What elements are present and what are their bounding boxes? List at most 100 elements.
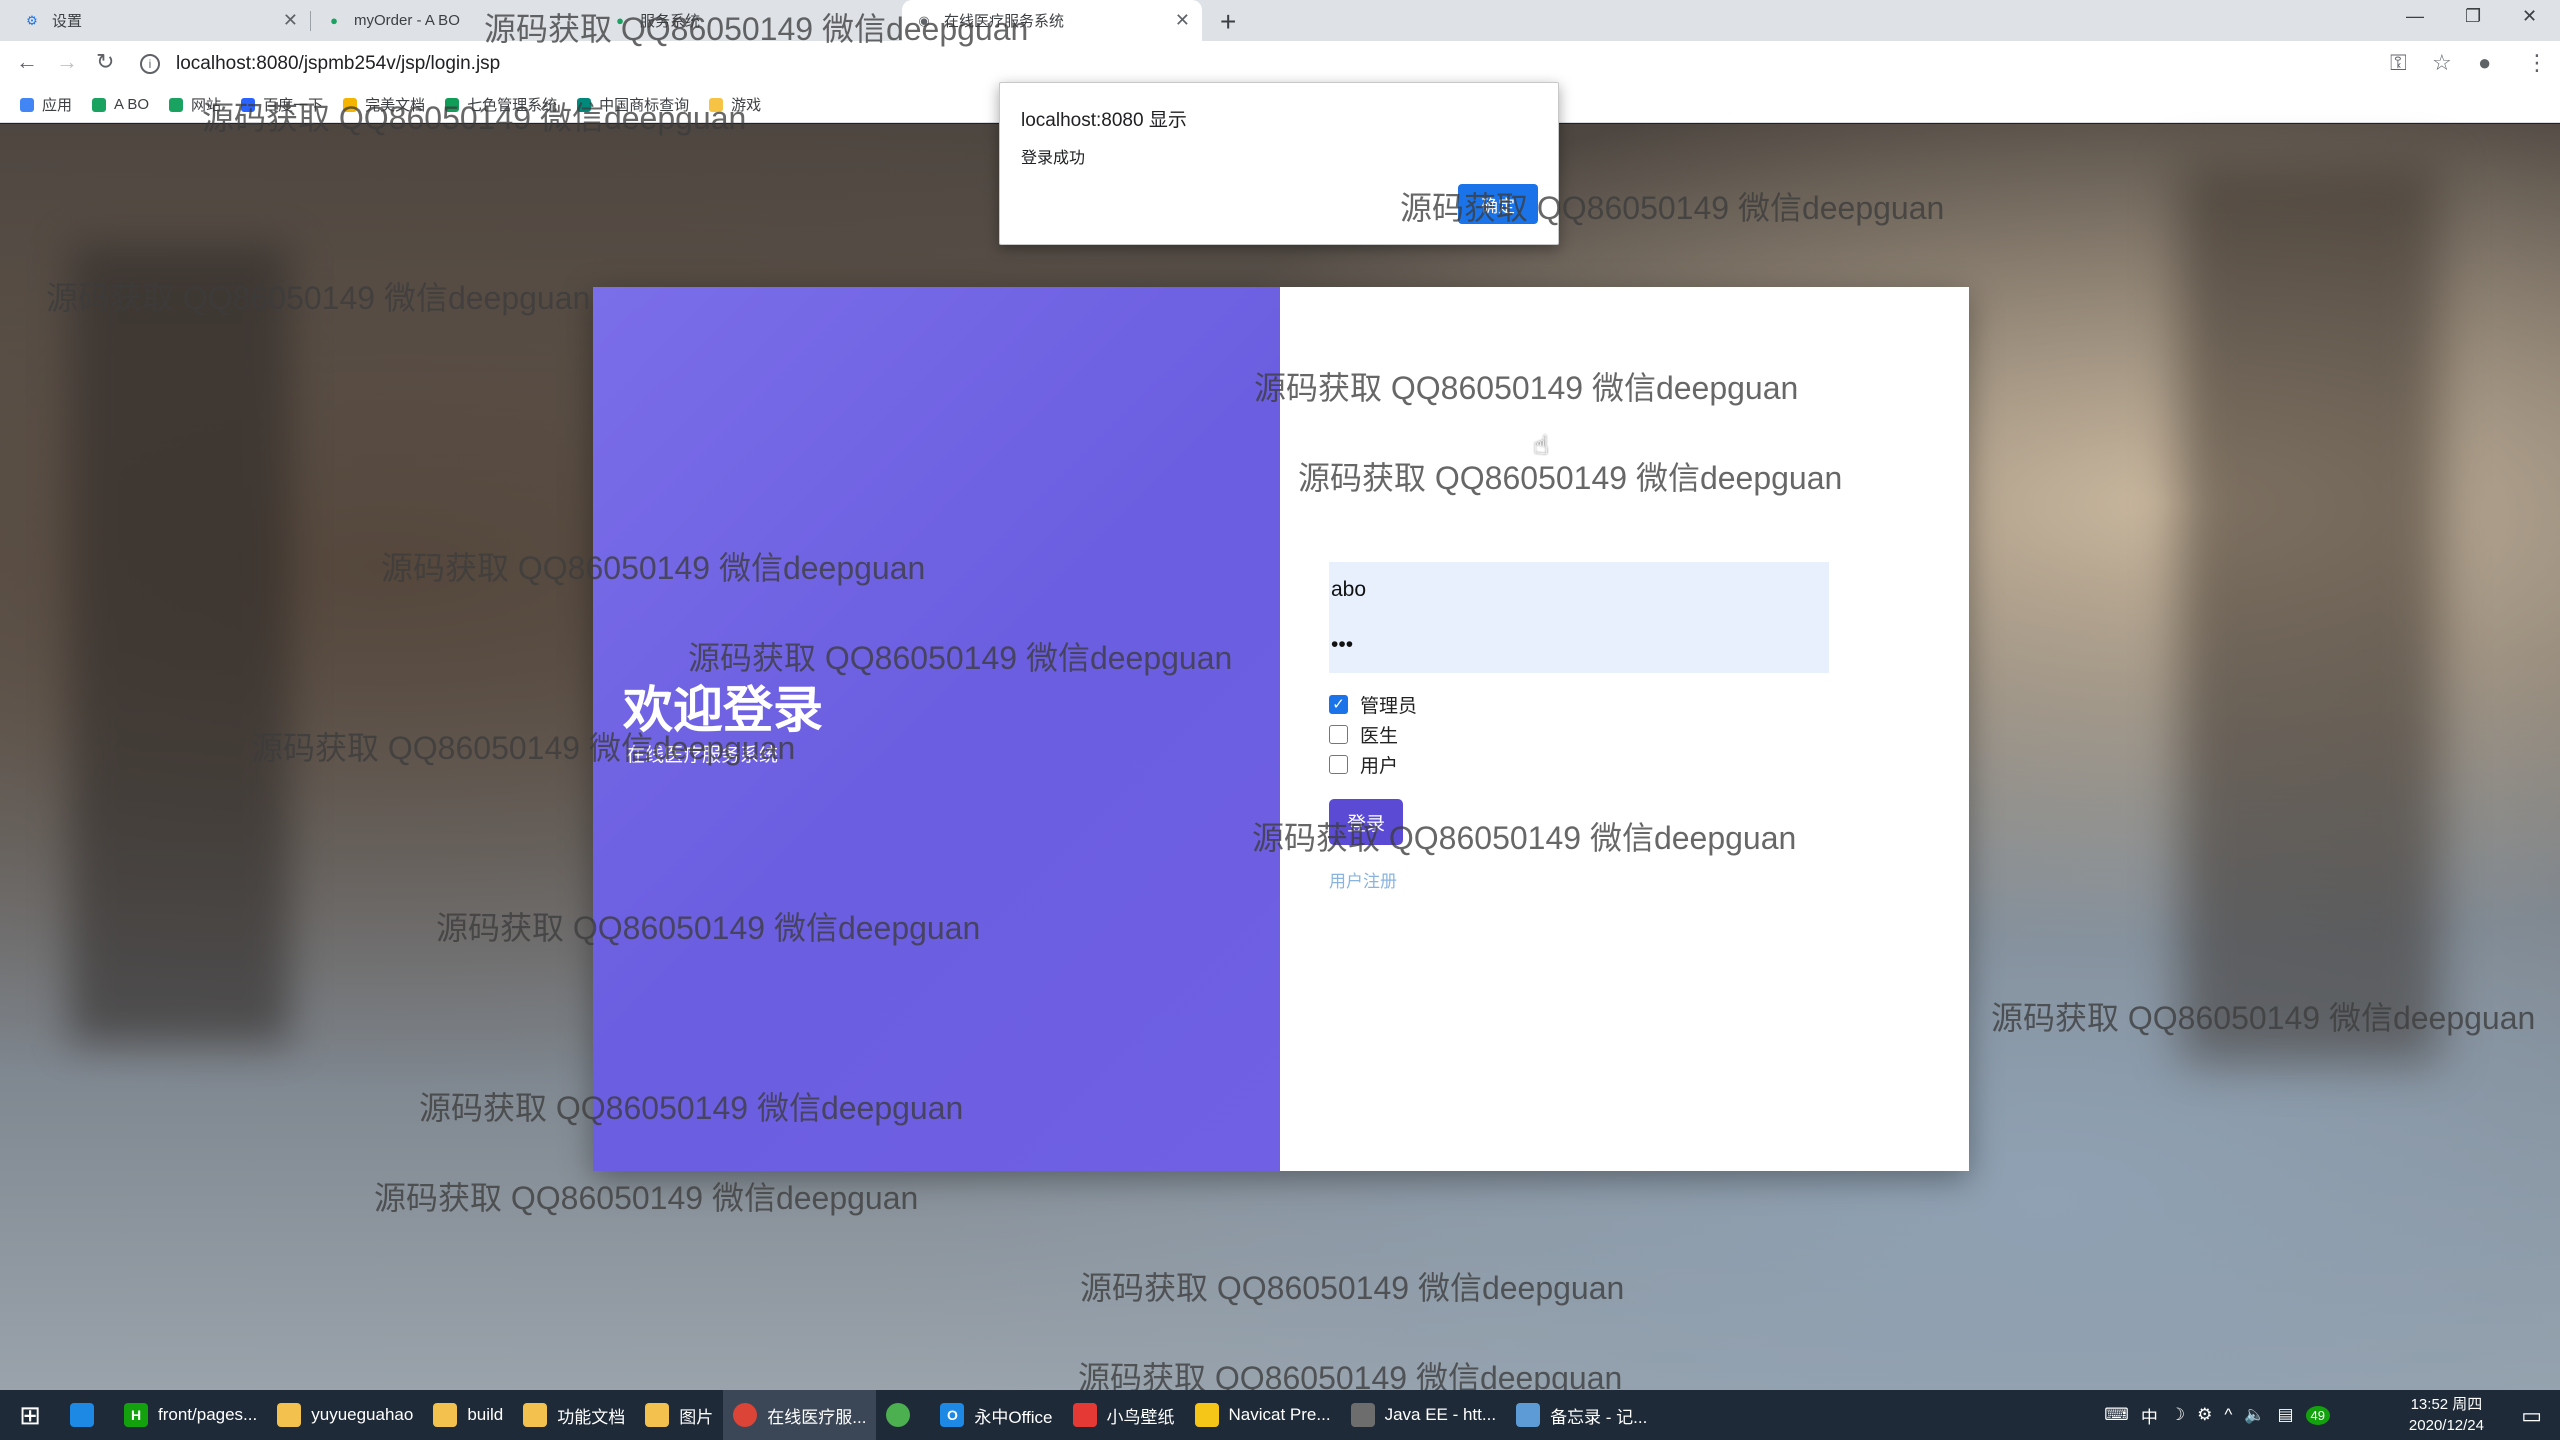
taskbar-item[interactable]: 备忘录 - 记...	[1506, 1390, 1657, 1440]
info-icon[interactable]: i	[140, 54, 160, 74]
username-input[interactable]	[1329, 562, 1829, 617]
taskbar-item[interactable]	[876, 1390, 930, 1440]
moon-icon[interactable]: ☽	[2170, 1405, 2185, 1425]
role-label: 管理员	[1360, 695, 1418, 717]
badge-count[interactable]: 49	[2305, 1405, 2330, 1425]
taskbar-item[interactable]: 小鸟壁纸	[1063, 1390, 1185, 1440]
bookmark-trademark[interactable]: 中国商标查询	[577, 94, 689, 115]
background-shadow	[2180, 164, 2440, 1064]
login-button[interactable]: 登录	[1329, 799, 1403, 845]
taskbar-app-pinned[interactable]	[60, 1390, 114, 1440]
system-subtitle: 在线医疗服务系统	[626, 745, 779, 766]
dialog-message: 登录成功	[1021, 150, 1086, 167]
back-icon[interactable]: ←	[16, 49, 38, 75]
notification-icon[interactable]: ▭	[2521, 1403, 2542, 1429]
role-label: 用户	[1360, 755, 1399, 777]
key-icon[interactable]: ⚿	[2390, 50, 2407, 76]
system-tray: ⌨ 中 ☽ ⚙ ^ 🔈 ▤ 49	[2092, 1390, 2330, 1440]
forward-icon[interactable]: →	[56, 49, 78, 75]
close-icon[interactable]: ✕	[283, 10, 298, 31]
keyboard-icon[interactable]: ⌨	[2104, 1405, 2129, 1425]
tab-title: 在线医疗服务系统	[944, 13, 1065, 30]
tab-title: 设置	[52, 13, 83, 30]
ime-indicator[interactable]: 中	[2141, 1403, 2158, 1428]
bookmark-system[interactable]: 七色管理系统	[445, 94, 557, 115]
wechat-icon	[886, 1403, 911, 1427]
windows-start-icon[interactable]: ⊞	[0, 1390, 60, 1440]
url-field[interactable]: i localhost:8080/jspmb254v/jsp/login.jsp	[140, 47, 2340, 81]
minimize-icon[interactable]: —	[2406, 6, 2424, 27]
network-icon[interactable]: ▤	[2277, 1405, 2293, 1425]
apps-icon	[20, 97, 34, 112]
system-clock[interactable]: 13:52 周四 2020/12/24	[2409, 1394, 2484, 1436]
folder-icon	[433, 1403, 458, 1427]
paw-icon	[241, 97, 256, 112]
role-doctor[interactable]: 医生	[1329, 719, 1829, 749]
bookmark-baidu[interactable]: 百度一下	[241, 94, 323, 115]
clock-date: 2020/12/24	[2408, 1417, 2484, 1434]
background-shadow	[70, 244, 290, 1044]
login-card: 欢迎登录 在线医疗服务系统 ✓ 管理员 医生 用户 登录 用户注册	[593, 287, 1969, 1171]
new-tab-button[interactable]: +	[1220, 6, 1236, 38]
browser-tab-bar: ⚙ 设置 ✕ ● myOrder - A BO ● 服务系统 ◉ 在线医疗服务系…	[0, 0, 2560, 41]
bookmark-apps[interactable]: 应用	[20, 94, 72, 115]
doc-icon	[343, 97, 358, 112]
bookmark-docs[interactable]: 完美文档	[343, 94, 425, 115]
taskbar-item[interactable]: 功能文档	[513, 1390, 635, 1440]
site-icon	[92, 97, 107, 112]
bird-icon	[1072, 1403, 1097, 1427]
taskbar-item[interactable]: Hfront/pages...	[114, 1390, 267, 1440]
taskbar-item-active[interactable]: 在线医疗服...	[723, 1390, 877, 1440]
ok-button[interactable]: 确定	[1458, 184, 1538, 224]
checkbox-icon[interactable]	[1329, 754, 1348, 774]
reload-icon[interactable]: ↻	[96, 49, 114, 75]
checkbox-checked-icon[interactable]: ✓	[1329, 694, 1348, 714]
role-checkboxes: ✓ 管理员 医生 用户	[1329, 689, 1829, 779]
chrome-icon	[733, 1403, 758, 1427]
bookmark-games[interactable]: 游戏	[709, 94, 761, 115]
windows-taskbar: ⊞ Hfront/pages... yuyueguahao build 功能文档…	[0, 1390, 2560, 1440]
hbuilder-icon: H	[124, 1403, 148, 1427]
welcome-title: 欢迎登录	[623, 682, 823, 738]
folder-icon	[277, 1403, 302, 1427]
role-admin[interactable]: ✓ 管理员	[1329, 689, 1829, 719]
restore-icon[interactable]: ❐	[2465, 6, 2481, 27]
taskbar-item[interactable]: build	[423, 1390, 513, 1440]
register-link[interactable]: 用户注册	[1329, 867, 1829, 892]
taskbar-item[interactable]: Java EE - htt...	[1341, 1390, 1507, 1440]
chevron-up-icon[interactable]: ^	[2224, 1405, 2232, 1425]
tab-myorder[interactable]: ● myOrder - A BO	[312, 0, 592, 41]
mouse-cursor-icon: ☝	[1533, 430, 1549, 460]
volume-icon[interactable]: 🔈	[2244, 1405, 2265, 1425]
folder-icon	[645, 1403, 670, 1427]
credential-fields	[1329, 562, 1829, 673]
site-icon	[577, 97, 592, 112]
role-label: 医生	[1360, 725, 1399, 747]
folder-icon	[523, 1403, 548, 1427]
checkbox-icon[interactable]	[1329, 724, 1348, 744]
menu-icon[interactable]: ⋮	[2526, 50, 2548, 76]
star-icon[interactable]: ☆	[2432, 50, 2452, 76]
profile-icon[interactable]: ●	[2478, 50, 2491, 76]
settings-icon[interactable]: ⚙	[2197, 1405, 2212, 1425]
close-icon[interactable]: ✕	[1175, 10, 1190, 31]
taskbar-item[interactable]: yuyueguahao	[267, 1390, 423, 1440]
globe-icon: ◉	[918, 12, 930, 28]
site-icon: ●	[616, 13, 624, 28]
tab-service[interactable]: ● 服务系统	[598, 0, 898, 41]
gear-icon: ⚙	[26, 12, 38, 28]
alert-dialog: localhost:8080 显示 登录成功 确定	[999, 82, 1559, 245]
bookmark-site[interactable]: 网站	[169, 94, 221, 115]
welcome-panel: 欢迎登录 在线医疗服务系统	[593, 287, 1280, 1171]
tab-settings[interactable]: ⚙ 设置 ✕	[10, 0, 310, 41]
taskbar-item[interactable]: O 永中Office	[930, 1390, 1062, 1440]
tab-active[interactable]: ◉ 在线医疗服务系统 ✕	[902, 0, 1202, 41]
close-window-icon[interactable]: ✕	[2522, 6, 2537, 27]
site-icon	[445, 97, 460, 112]
role-user[interactable]: 用户	[1329, 749, 1829, 779]
bookmark-abo[interactable]: A BO	[92, 96, 149, 113]
taskbar-item[interactable]: Navicat Pre...	[1185, 1390, 1341, 1440]
taskbar-item[interactable]: 图片	[635, 1390, 723, 1440]
address-bar: ← → ↻ i localhost:8080/jspmb254v/jsp/log…	[0, 41, 2560, 87]
password-input[interactable]	[1329, 617, 1829, 672]
